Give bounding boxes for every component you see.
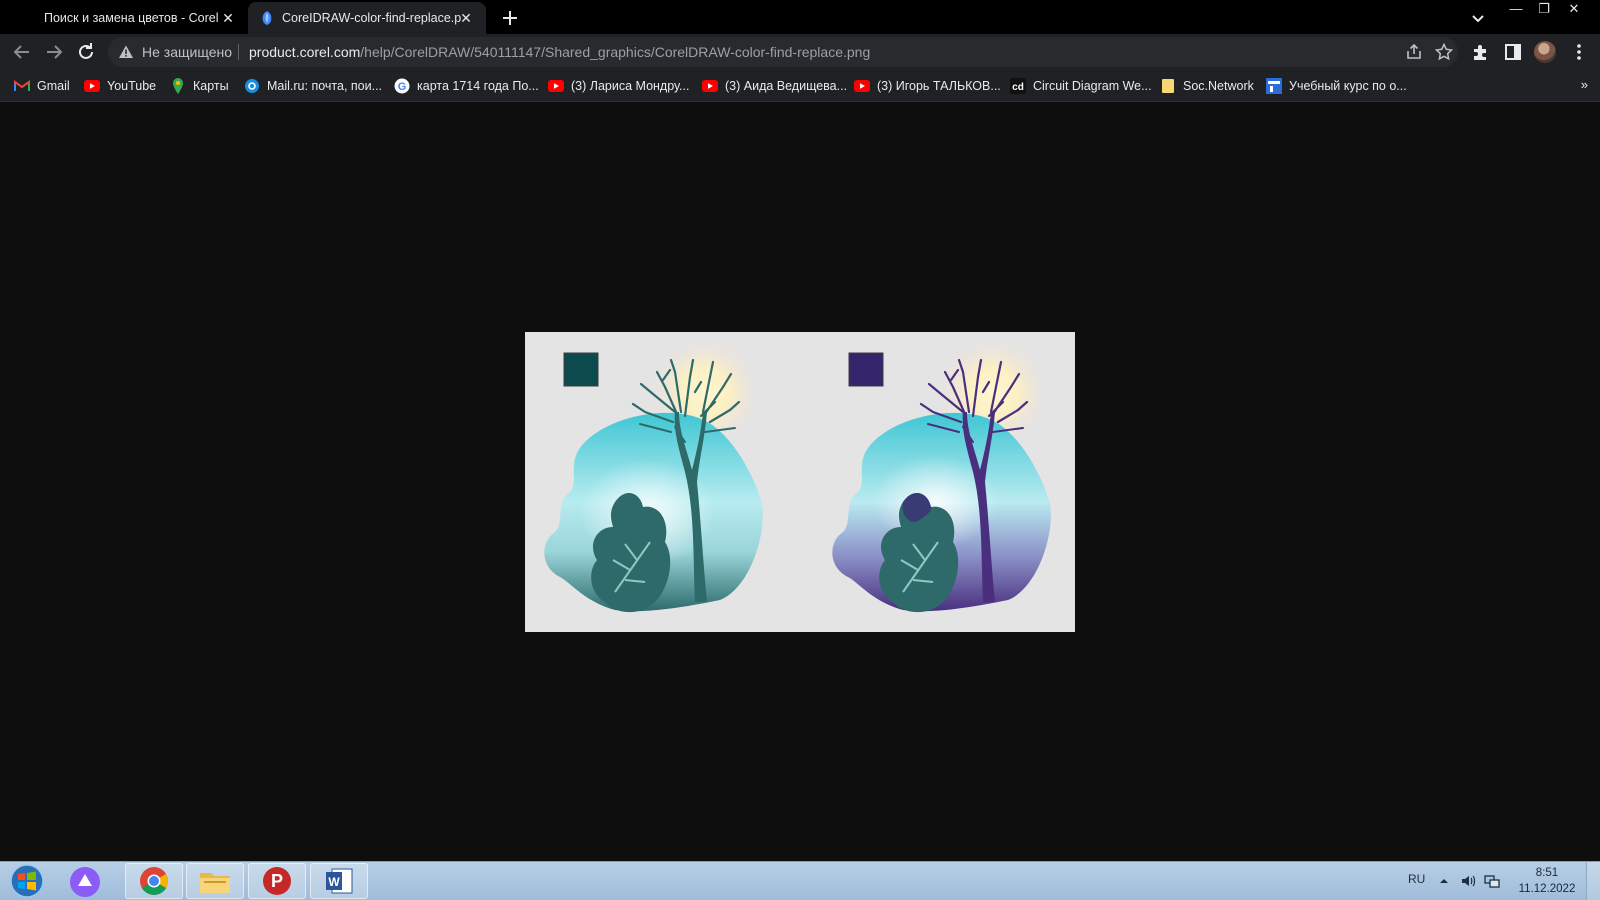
not-secure-warning-icon[interactable] xyxy=(118,44,134,60)
url-text[interactable]: product.corel.com/help/CorelDRAW/5401111… xyxy=(249,44,870,60)
back-arrow-icon[interactable] xyxy=(10,40,34,64)
replaced-artwork xyxy=(832,337,1051,613)
svg-text:cd: cd xyxy=(1012,82,1024,93)
color-find-replace-image[interactable] xyxy=(525,332,1075,632)
google-icon: G xyxy=(394,78,410,94)
tray-expand-arrow-icon[interactable] xyxy=(1436,873,1452,889)
youtube-icon xyxy=(548,78,564,94)
bookmarks-overflow-chevron-icon[interactable]: » xyxy=(1581,77,1588,92)
tab-close-icon[interactable]: ✕ xyxy=(458,10,474,26)
taskbar-explorer-button[interactable] xyxy=(186,863,244,899)
minimize-icon[interactable]: — xyxy=(1502,0,1530,18)
start-button-icon[interactable] xyxy=(6,863,48,899)
close-window-icon[interactable]: ✕ xyxy=(1560,0,1588,18)
tab-search-chevron-icon[interactable] xyxy=(1468,8,1488,28)
bookmark-youtube[interactable]: YouTube xyxy=(84,76,156,96)
corel-favicon-icon xyxy=(262,11,272,25)
tab-strip: Поиск и замена цветов - CorelDRAW ✕ Core… xyxy=(0,0,1600,34)
tab-find-replace-colors[interactable]: Поиск и замена цветов - CorelDRAW ✕ xyxy=(30,2,248,34)
side-panel-icon[interactable] xyxy=(1502,41,1524,63)
new-tab-plus-icon[interactable] xyxy=(498,6,522,30)
share-icon[interactable] xyxy=(1404,42,1424,62)
original-artwork xyxy=(544,337,763,613)
youtube-icon xyxy=(84,78,100,94)
url-path: /help/CorelDRAW/540111147/Shared_graphic… xyxy=(360,44,871,60)
bookmark-larisa[interactable]: (3) Лариса Мондру... xyxy=(548,76,689,96)
system-clock[interactable]: 8:51 11.12.2022 xyxy=(1510,865,1584,897)
bookmark-talkov[interactable]: (3) Игорь ТАЛЬКОВ... xyxy=(854,76,1001,96)
bookmark-map-1714[interactable]: G карта 1714 года По... xyxy=(394,76,539,96)
course-icon xyxy=(1266,78,1282,94)
clock-time: 8:51 xyxy=(1535,867,1559,879)
address-bar[interactable]: Не защищено product.corel.com/help/Corel… xyxy=(108,37,1458,67)
youtube-icon xyxy=(854,78,870,94)
bookmark-circuit-diagram[interactable]: cd Circuit Diagram We... xyxy=(1010,76,1152,96)
bookmark-gmail[interactable]: Gmail xyxy=(14,76,70,96)
taskbar-chrome-button[interactable] xyxy=(125,863,183,899)
maps-pin-icon xyxy=(170,78,186,94)
bookmark-soc-network[interactable]: Soc.Network xyxy=(1160,76,1254,96)
chrome-icon xyxy=(140,867,168,895)
show-desktop-button[interactable] xyxy=(1586,862,1600,900)
clock-date: 11.12.2022 xyxy=(1518,883,1576,895)
profile-avatar[interactable] xyxy=(1534,41,1556,63)
bookmark-mailru[interactable]: Mail.ru: почта, пои... xyxy=(244,76,382,96)
file-explorer-icon xyxy=(200,873,230,893)
screen: Поиск и замена цветов - CorelDRAW ✕ Core… xyxy=(0,0,1600,900)
mailru-at-icon xyxy=(244,78,260,94)
word-icon: W xyxy=(326,868,353,894)
tab-title: Поиск и замена цветов - CorelDRAW xyxy=(44,11,219,25)
bookmark-aida[interactable]: (3) Аида Ведищева... xyxy=(702,76,847,96)
omnibox-divider xyxy=(238,44,239,60)
reload-icon[interactable] xyxy=(74,40,98,64)
bookmark-label: (3) Аида Ведищева... xyxy=(725,79,848,93)
bookmark-maps[interactable]: Карты xyxy=(170,76,229,96)
gmail-icon xyxy=(14,78,30,94)
volume-icon[interactable] xyxy=(1460,873,1476,889)
original-color-swatch xyxy=(563,352,599,387)
tab-image[interactable]: CoreIDRAW-color-find-replace.png ✕ xyxy=(248,2,486,34)
browser-menu-kebab-icon[interactable] xyxy=(1568,41,1590,63)
tab-title: CoreIDRAW-color-find-replace.png xyxy=(282,11,462,25)
tab-close-icon[interactable]: ✕ xyxy=(220,10,236,26)
taskbar-p-app-button[interactable]: P xyxy=(248,863,306,899)
taskbar-word-button[interactable]: W xyxy=(310,863,368,899)
image-viewer xyxy=(0,103,1600,861)
bookmark-label: Soc.Network xyxy=(1183,79,1254,93)
forward-arrow-icon[interactable] xyxy=(42,40,66,64)
bookmark-label: Circuit Diagram We... xyxy=(1033,79,1152,93)
alice-assistant-icon[interactable] xyxy=(68,865,102,899)
bookmark-label: Карты xyxy=(193,79,229,93)
youtube-icon xyxy=(702,78,718,94)
p-app-icon: P xyxy=(263,867,291,895)
svg-text:P: P xyxy=(271,871,283,891)
bookmark-label: (3) Игорь ТАЛЬКОВ... xyxy=(877,79,1001,93)
bookmark-label: YouTube xyxy=(107,79,157,93)
folder-icon xyxy=(1160,78,1176,94)
bookmarks-bar: Gmail YouTube Карты Mail.ru: почта, пои.… xyxy=(0,70,1600,102)
network-icon[interactable] xyxy=(1484,873,1500,889)
illustration-canvas xyxy=(544,337,1051,613)
windows-taskbar: P W RU 8:51 11.12.2022 xyxy=(0,861,1600,900)
browser-toolbar: Не защищено product.corel.com/help/Corel… xyxy=(0,34,1600,70)
bookmark-label: Gmail xyxy=(37,79,70,93)
bookmark-star-icon[interactable] xyxy=(1434,42,1454,62)
extensions-puzzle-icon[interactable] xyxy=(1470,41,1492,63)
bookmark-label: (3) Лариса Мондру... xyxy=(571,79,690,93)
bookmark-course[interactable]: Учебный курс по о... xyxy=(1266,76,1407,96)
bookmark-label: карта 1714 года По... xyxy=(417,79,539,93)
svg-text:W: W xyxy=(328,875,340,889)
svg-text:G: G xyxy=(398,81,407,93)
restore-icon[interactable]: ❐ xyxy=(1530,0,1558,18)
url-host: product.corel.com xyxy=(249,44,361,60)
circuit-diagram-icon: cd xyxy=(1010,78,1026,94)
security-label[interactable]: Не защищено xyxy=(142,44,232,60)
bookmark-label: Учебный курс по о... xyxy=(1289,79,1407,93)
language-indicator[interactable]: RU xyxy=(1408,872,1425,886)
replacement-color-swatch xyxy=(848,352,884,387)
bookmark-label: Mail.ru: почта, пои... xyxy=(267,79,383,93)
